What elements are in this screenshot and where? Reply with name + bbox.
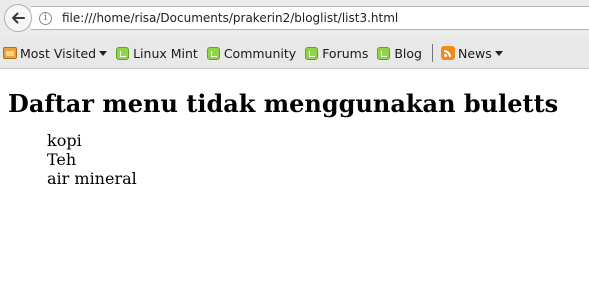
list-item: air mineral bbox=[47, 169, 137, 188]
bookmark-blog[interactable]: Blog bbox=[377, 46, 422, 61]
bookmark-linux-mint[interactable]: Linux Mint bbox=[116, 46, 198, 61]
url-bar[interactable]: i file:///home/risa/Documents/prakerin2/… bbox=[31, 6, 589, 30]
bookmark-forums[interactable]: Forums bbox=[305, 46, 368, 61]
mint-icon bbox=[116, 46, 130, 60]
bookmark-label: Blog bbox=[394, 45, 422, 61]
menu-list: kopi Teh air mineral bbox=[47, 131, 589, 188]
folder-icon bbox=[3, 47, 17, 59]
info-icon[interactable]: i bbox=[39, 11, 52, 25]
bookmark-community[interactable]: Community bbox=[206, 45, 297, 61]
bookmark-most-visited[interactable]: Most Visited bbox=[3, 45, 108, 61]
chevron-down-icon bbox=[494, 50, 503, 56]
navigation-toolbar: i file:///home/risa/Documents/prakerin2/… bbox=[0, 0, 589, 37]
back-arrow-icon bbox=[12, 12, 25, 24]
mint-icon bbox=[305, 46, 319, 60]
list-item: Teh bbox=[47, 150, 77, 169]
rss-icon bbox=[440, 46, 455, 60]
list-item: kopi bbox=[47, 131, 82, 150]
bookmarks-separator bbox=[431, 44, 433, 62]
bookmark-label: Community bbox=[223, 45, 297, 61]
bookmarks-toolbar: Most Visited Linux Mint Community Forums… bbox=[0, 37, 589, 69]
chevron-down-icon bbox=[99, 50, 108, 56]
bookmark-label: Forums bbox=[322, 45, 369, 61]
bookmark-label: Most Visited bbox=[20, 45, 97, 61]
mint-icon bbox=[206, 46, 220, 60]
url-text[interactable]: file:///home/risa/Documents/prakerin2/bl… bbox=[62, 11, 398, 25]
page-content: Daftar menu tidak menggunakan buletts ko… bbox=[0, 89, 589, 189]
browser-chrome: i file:///home/risa/Documents/prakerin2/… bbox=[0, 0, 589, 69]
bookmark-label: News bbox=[457, 45, 492, 61]
mint-icon bbox=[377, 46, 391, 60]
page-title: Daftar menu tidak menggunakan buletts bbox=[8, 89, 559, 118]
back-button[interactable] bbox=[4, 4, 32, 32]
bookmark-label: Linux Mint bbox=[133, 45, 198, 61]
bookmark-news[interactable]: News bbox=[440, 45, 503, 61]
